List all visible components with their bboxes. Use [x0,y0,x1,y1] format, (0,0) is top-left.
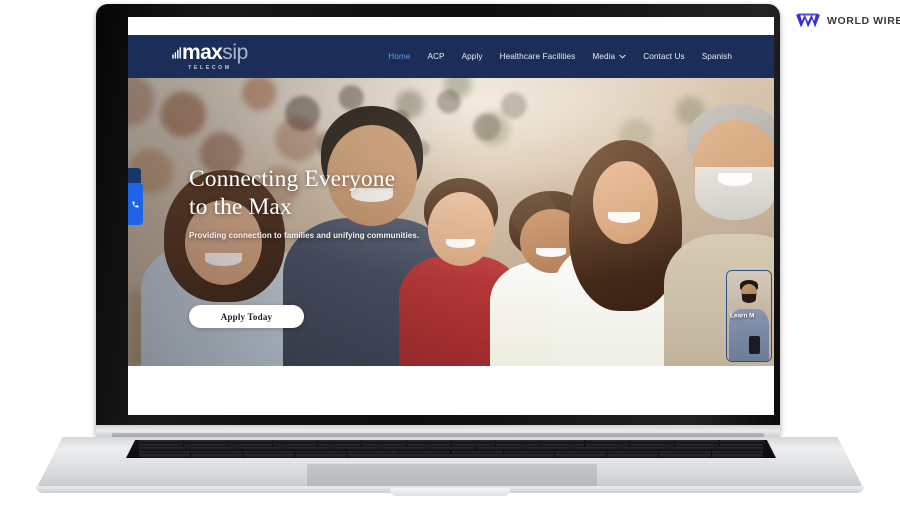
logo-primary-text: max [182,41,223,64]
hero-copy-block: Connecting Everyone to the Max Providing… [189,166,489,240]
nav-item-home[interactable]: Home [388,52,410,61]
nav-item-contact-us[interactable]: Contact Us [643,52,685,61]
nav-item-spanish-label: Spanish [701,52,732,61]
site-navbar: max sip TELECOM Home ACP Apply Healthcar… [128,35,774,78]
nav-item-apply-label: Apply [461,52,483,61]
keyboard-key [296,454,348,458]
nav-item-media-label: Media [592,52,616,61]
nav-item-contact-us-label: Contact Us [643,52,685,61]
chevron-down-icon [619,54,626,59]
chat-widget-tab[interactable] [128,168,141,183]
nav-item-acp[interactable]: ACP [427,52,444,61]
video-popup-widget[interactable]: Learn M [726,270,772,362]
keyboard-key [659,454,711,458]
nav-item-home-label: Home [388,52,411,61]
video-popup-label: Learn M [730,312,755,320]
hero-subtitle: Providing connection to families and uni… [189,231,420,241]
logo-secondary-text: sip [222,41,248,64]
keyboard-key [243,454,295,458]
laptop-front-notch [390,488,510,496]
laptop-screen: max sip TELECOM Home ACP Apply Healthcar… [128,17,774,415]
chat-widget-button[interactable] [128,183,143,225]
signal-wave-icon [172,47,181,59]
logo-tagline: TELECOM [188,65,232,71]
hero-title-line2: to the Max [189,193,292,220]
hero-section: Connecting Everyone to the Max Providing… [128,78,774,366]
maxsip-logo[interactable]: max sip TELECOM [172,42,248,71]
primary-navigation: Home ACP Apply Healthcare Facilities Med… [388,52,732,61]
nav-item-apply[interactable]: Apply [462,52,483,61]
keyboard-key [348,454,554,458]
nav-item-healthcare-facilities[interactable]: Healthcare Facilities [500,52,576,61]
website-viewport: max sip TELECOM Home ACP Apply Healthcar… [128,35,774,415]
laptop-mockup: max sip TELECOM Home ACP Apply Healthcar… [0,0,900,506]
keyboard-key [606,454,659,458]
hero-title: Connecting Everyone to the Max [189,166,489,221]
page-body-area [128,366,774,415]
nav-item-media[interactable]: Media [592,52,626,61]
keyboard-key [711,454,763,458]
nav-item-acp-label: ACP [427,52,445,61]
nav-item-spanish[interactable]: Spanish [702,52,732,61]
video-popup-phone-prop [749,335,761,354]
phone-chat-icon [132,201,139,207]
browser-chrome-strip [128,17,774,35]
laptop-keyboard [126,440,776,458]
keyboard-row [139,454,763,458]
keyboard-key [191,454,243,458]
keyboard-key [554,454,606,458]
apply-today-button[interactable]: Apply Today [189,305,304,328]
nav-item-healthcare-facilities-label: Healthcare Facilities [499,52,576,61]
hero-title-line1: Connecting Everyone [189,166,396,192]
keyboard-key [139,454,191,458]
